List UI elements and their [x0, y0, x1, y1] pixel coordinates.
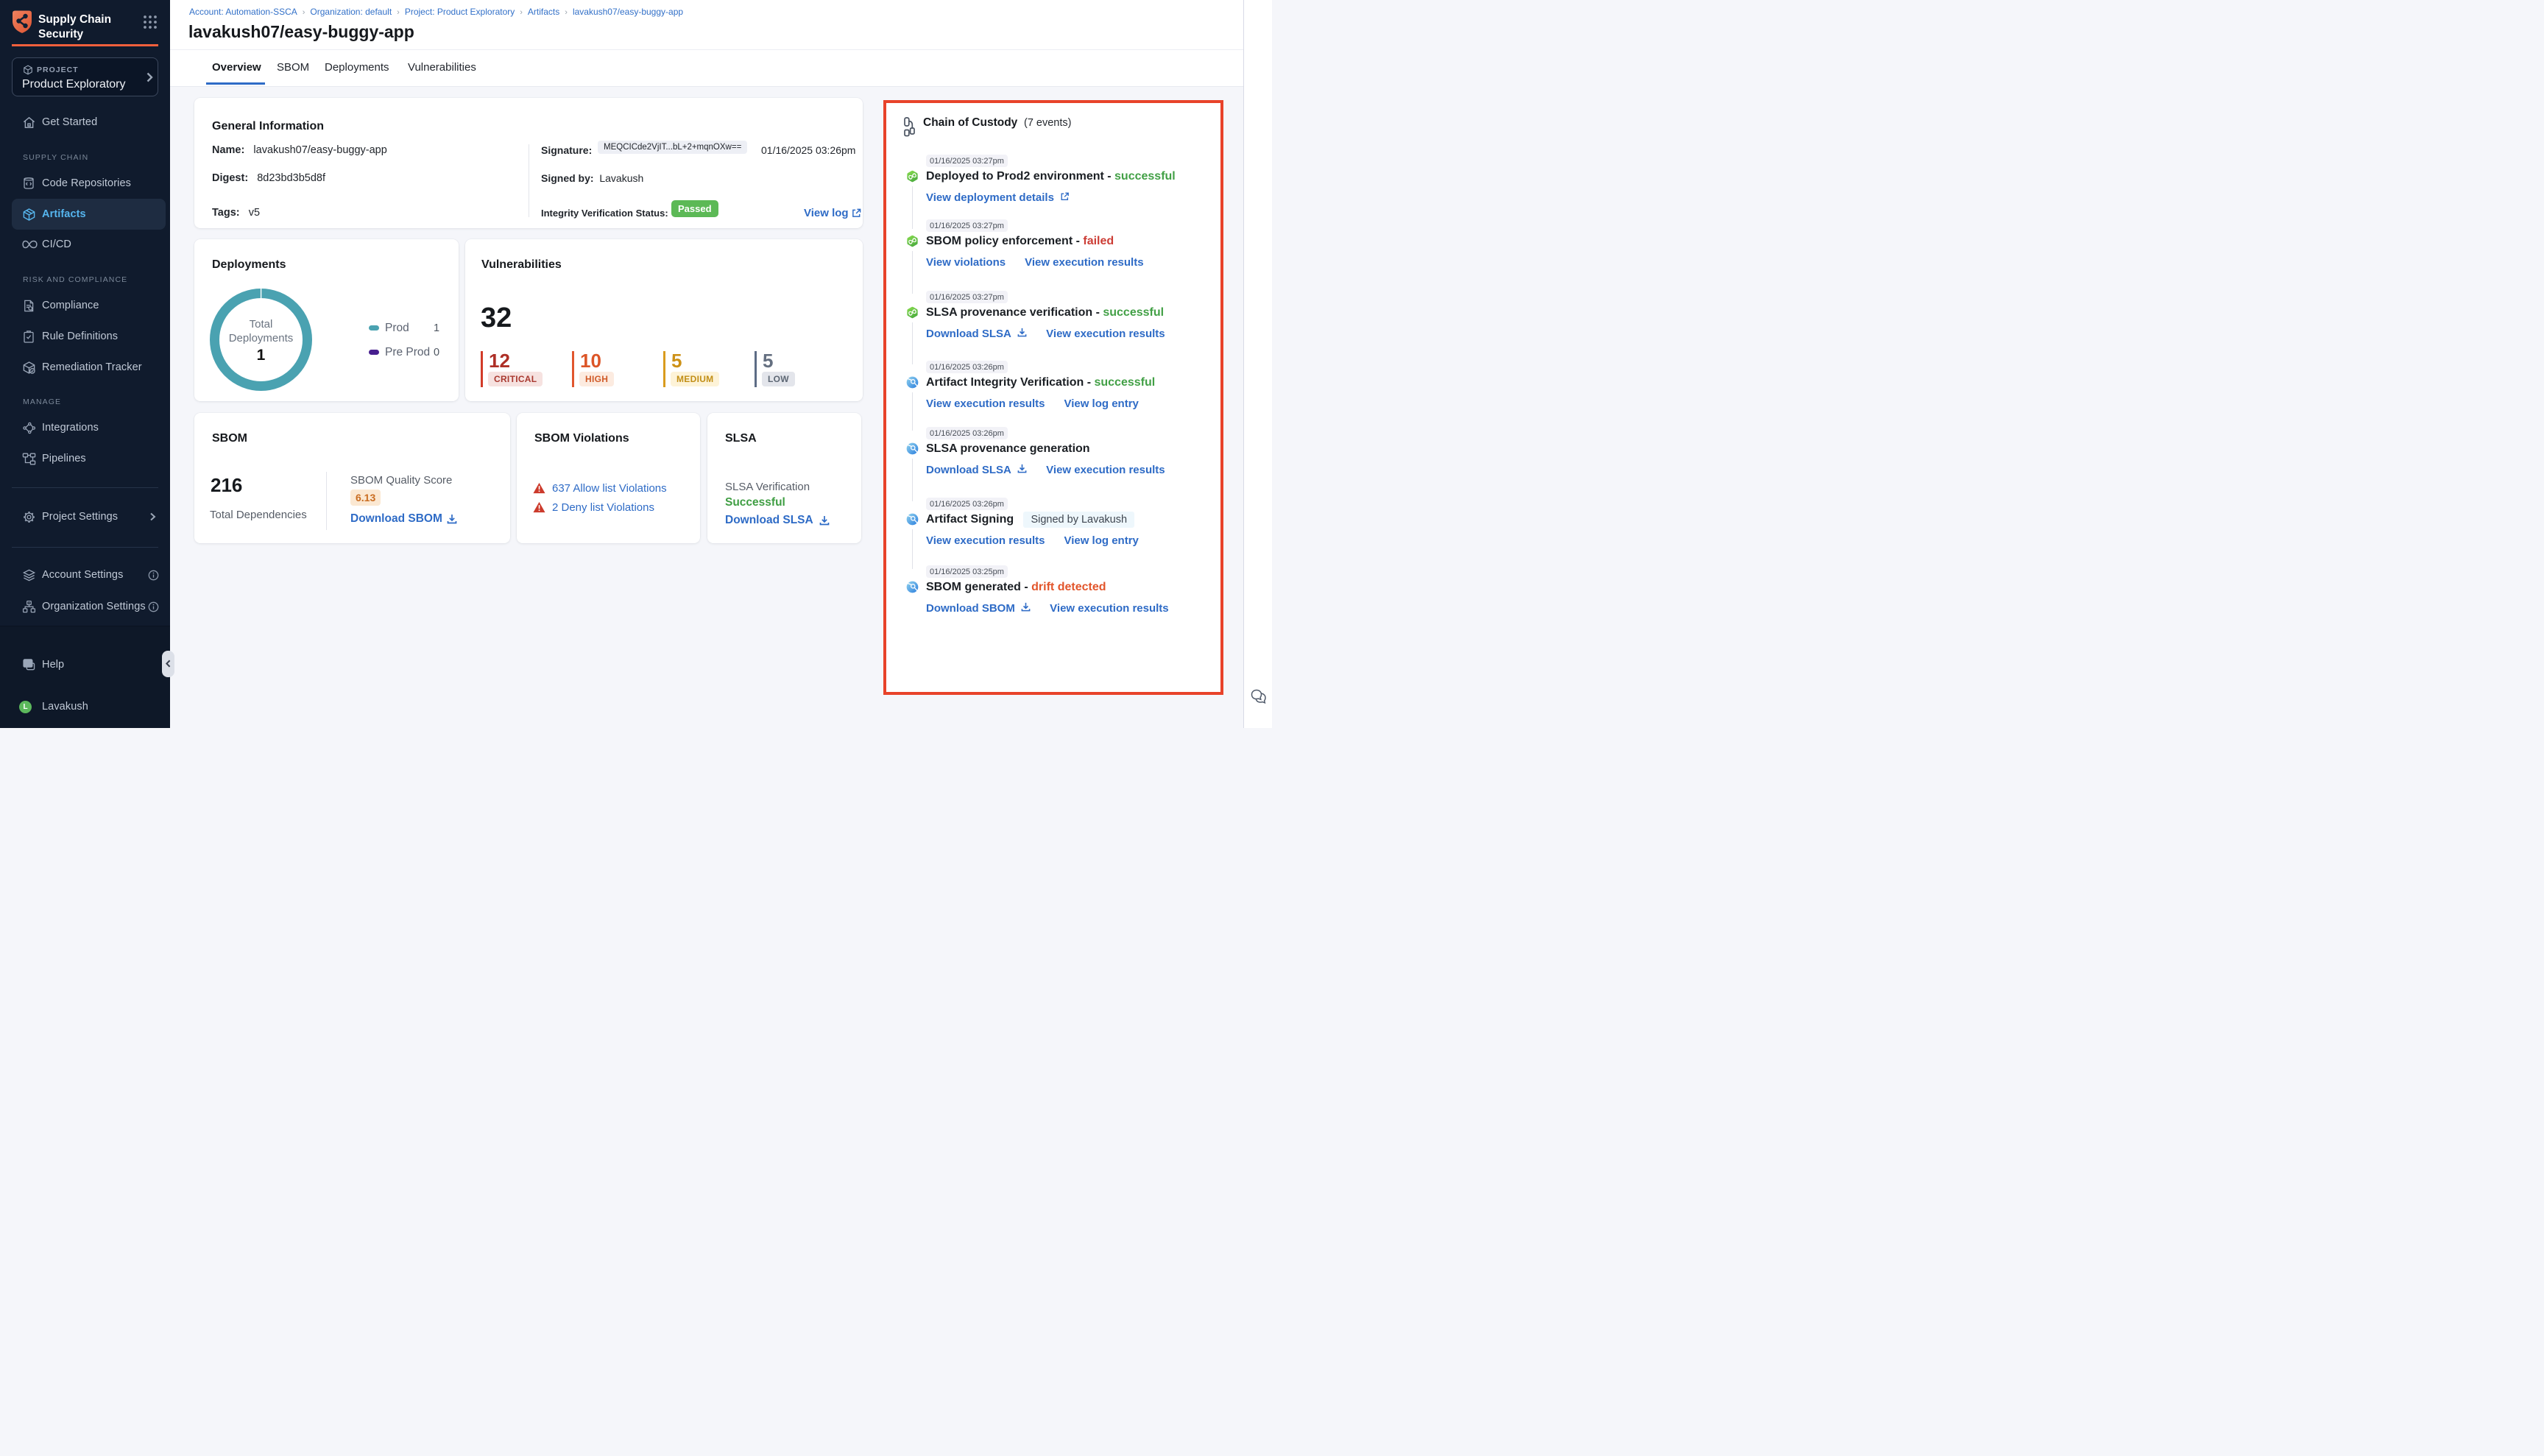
svg-text:Deployments: Deployments: [229, 332, 294, 344]
svg-text:?: ?: [26, 660, 30, 667]
svg-text:1: 1: [257, 347, 266, 364]
svg-text:Total: Total: [250, 318, 273, 331]
